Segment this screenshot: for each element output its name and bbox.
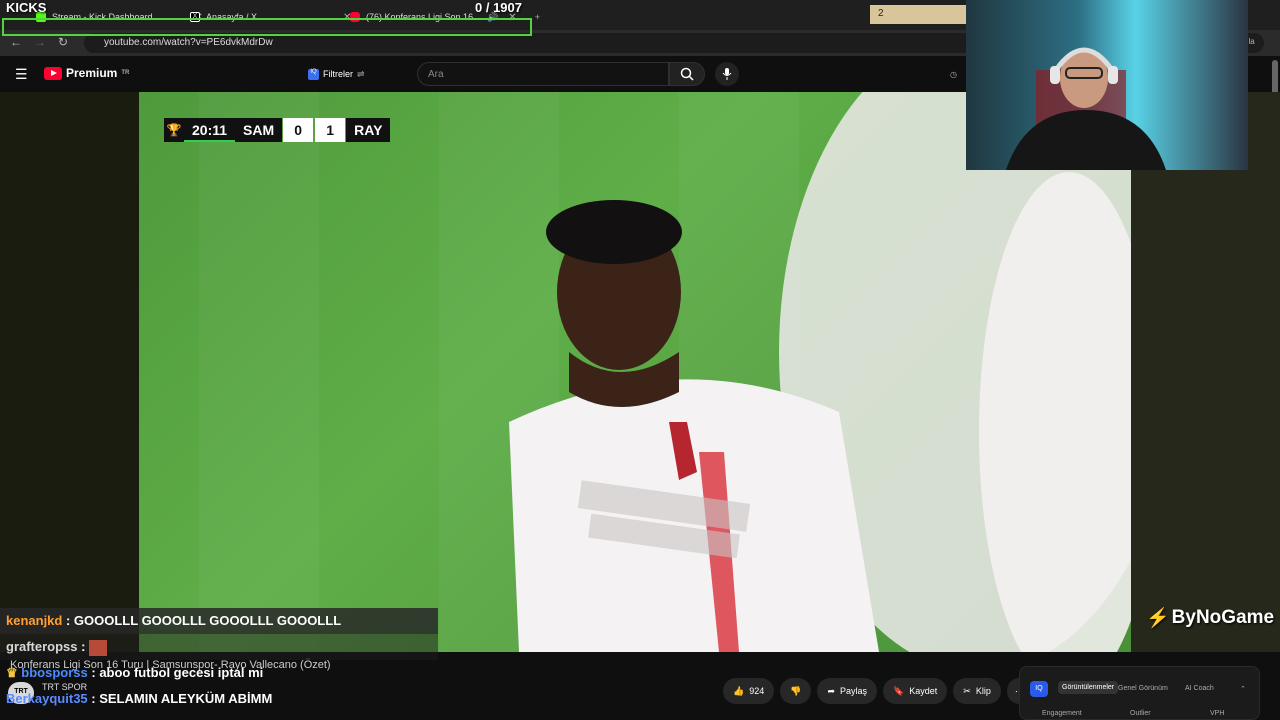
forward-icon[interactable]: → bbox=[34, 35, 46, 49]
search-icon bbox=[680, 67, 694, 81]
voice-search-button[interactable] bbox=[715, 62, 739, 86]
filters-button[interactable]: IQ Filtreler ⇌ bbox=[300, 64, 373, 84]
youtube-logo[interactable]: Premium TR bbox=[44, 66, 129, 80]
menu-icon[interactable]: ☰ bbox=[15, 66, 28, 83]
chat-message: kenanjkd : GOOOLLL GOOOLLL GOOOLLL GOOOL… bbox=[0, 608, 438, 634]
clock-icon: ◷ bbox=[950, 70, 957, 79]
video-player[interactable] bbox=[139, 92, 1131, 652]
tab-overview[interactable]: Genel Görünüm bbox=[1118, 685, 1168, 692]
streamer-figure bbox=[1006, 47, 1166, 170]
video-backdrop-left bbox=[0, 92, 139, 652]
away-score: 1 bbox=[315, 118, 346, 142]
search-input[interactable]: Ara bbox=[417, 62, 669, 86]
iq-logo-icon: IQ bbox=[1030, 681, 1048, 697]
scoreboard: 🏆 20:11 SAM 0 1 RAY bbox=[164, 118, 391, 142]
thumbs-down-icon: 👎 bbox=[790, 685, 802, 696]
new-tab-icon[interactable]: + bbox=[535, 12, 540, 22]
streamer-webcam bbox=[966, 0, 1248, 170]
engagement-label: Engagement bbox=[1042, 710, 1082, 717]
analytics-panel: IQ Görüntülenmeler Genel Görünüm AI Coac… bbox=[1019, 666, 1260, 720]
chat-message: grafteropss : bbox=[0, 634, 438, 660]
chat-message: ♛ bbosporss : aboo futbol gecesi iptal m… bbox=[6, 665, 264, 680]
home-score: 0 bbox=[283, 118, 314, 142]
dislike-button[interactable]: 👎 bbox=[780, 678, 812, 704]
home-team: SAM bbox=[235, 118, 283, 142]
share-button[interactable]: ➦ Paylaş bbox=[817, 678, 878, 704]
sliders-icon: ⇌ bbox=[357, 68, 365, 79]
search-button[interactable] bbox=[669, 62, 705, 86]
youtube-play-icon bbox=[44, 66, 62, 80]
tab-ai-coach[interactable]: AI Coach bbox=[1185, 685, 1214, 692]
outlier-label: Outlier bbox=[1130, 710, 1151, 717]
donation-widget: 2 bbox=[870, 5, 966, 24]
like-button[interactable]: 👍 924 bbox=[723, 678, 775, 704]
chevron-up-icon[interactable]: ⌃ bbox=[1240, 685, 1246, 693]
save-button[interactable]: 🔖 Kaydet bbox=[883, 678, 948, 704]
bookmark-icon: 🔖 bbox=[893, 685, 905, 696]
trophy-icon: 🏆 bbox=[164, 118, 184, 142]
tab-views[interactable]: Görüntülenmeler bbox=[1058, 681, 1119, 694]
back-icon[interactable]: ← bbox=[10, 35, 22, 49]
away-team: RAY bbox=[346, 118, 391, 142]
clip-button[interactable]: ✂ Klip bbox=[953, 678, 1001, 704]
thumbs-up-icon: 👍 bbox=[733, 685, 745, 696]
share-icon: ➦ bbox=[827, 685, 836, 696]
bynogame-logo-icon: ⚡ bbox=[1146, 608, 1170, 629]
match-footage bbox=[509, 92, 1131, 652]
video-actions: 👍 924 👎 ➦ Paylaş 🔖 Kaydet ✂ Klip ⋯ bbox=[723, 678, 1032, 704]
mic-icon bbox=[722, 68, 732, 80]
video-backdrop-right bbox=[1131, 92, 1280, 652]
bynogame-watermark: ⚡ ByNoGame bbox=[1146, 607, 1275, 629]
kicks-counter: 0 / 1907 bbox=[475, 0, 522, 15]
kicks-goal-frame bbox=[2, 18, 532, 36]
extension-icon: IQ bbox=[308, 68, 319, 80]
chat-message: Berkayquit35 : SELAMIN ALEYKÜM ABİMM bbox=[6, 691, 273, 706]
kicks-label: KICKS bbox=[6, 0, 47, 15]
emote-icon bbox=[89, 639, 108, 656]
scissors-icon: ✂ bbox=[963, 685, 971, 696]
stream-chat: kenanjkd : GOOOLLL GOOOLLL GOOOLLL GOOOL… bbox=[0, 608, 440, 720]
reload-icon[interactable]: ↻ bbox=[58, 35, 68, 49]
crown-icon: ♛ bbox=[6, 665, 18, 680]
match-clock: 20:11 bbox=[184, 118, 236, 142]
vph-label: VPH bbox=[1210, 710, 1225, 717]
